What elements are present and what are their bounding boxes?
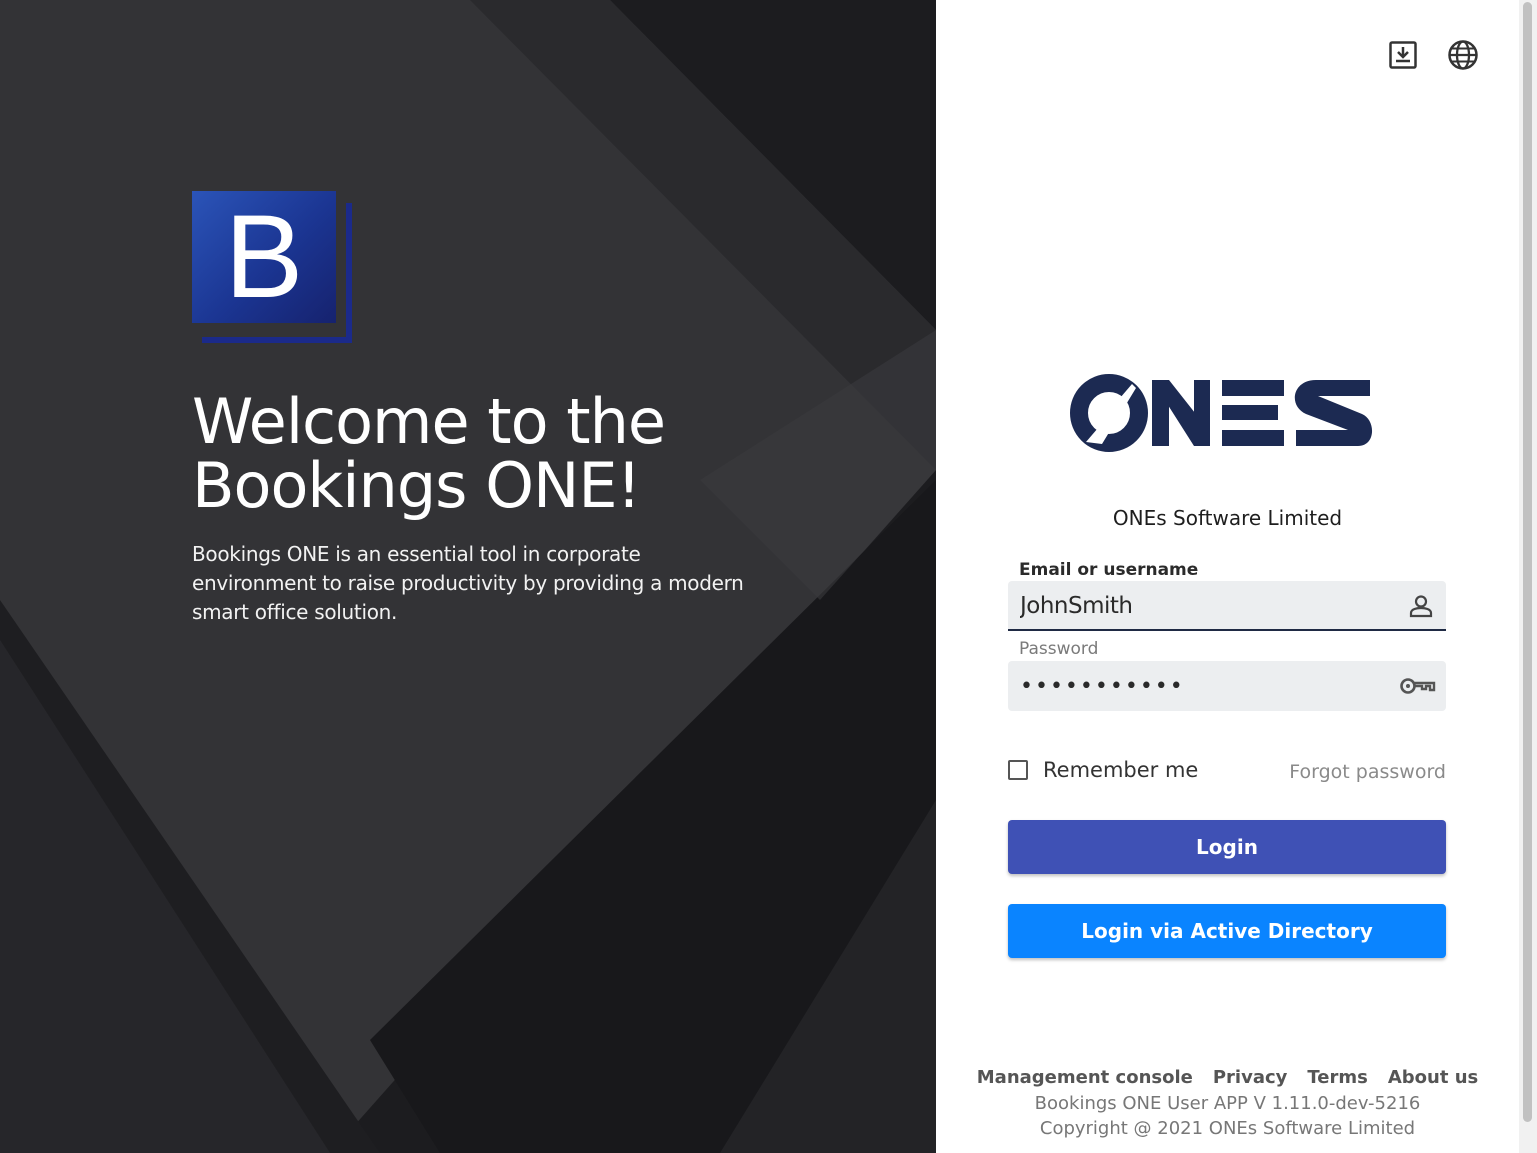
login-panel: ONEs Software Limited Email or username …: [936, 0, 1519, 1153]
footer-links: Management console Privacy Terms About us: [936, 1067, 1519, 1088]
ones-logo-graphic: [1070, 374, 1373, 452]
globe-icon[interactable]: [1446, 38, 1480, 72]
email-field[interactable]: [1018, 581, 1392, 631]
password-field-container: [1008, 661, 1446, 711]
welcome-heading: Welcome to the Bookings ONE!: [192, 390, 832, 518]
user-icon: [1406, 591, 1436, 621]
remember-me-label: Remember me: [1043, 758, 1199, 782]
about-us-link[interactable]: About us: [1388, 1067, 1478, 1088]
welcome-line-2: Bookings ONE!: [192, 449, 641, 522]
privacy-link[interactable]: Privacy: [1213, 1067, 1288, 1088]
remember-me-checkbox[interactable]: Remember me: [1008, 758, 1198, 782]
welcome-line-1: Welcome to the: [192, 385, 666, 458]
company-name: ONEs Software Limited: [1112, 506, 1343, 530]
checkbox-box[interactable]: [1008, 760, 1028, 780]
scrollbar-thumb[interactable]: [1523, 2, 1532, 1122]
forgot-password-link[interactable]: Forgot password: [1289, 761, 1446, 783]
password-field[interactable]: [1018, 661, 1392, 711]
terms-link[interactable]: Terms: [1307, 1067, 1367, 1088]
key-icon[interactable]: [1398, 671, 1438, 701]
password-label: Password: [1019, 639, 1099, 659]
hero-panel: B Welcome to the Bookings ONE! Bookings O…: [0, 0, 936, 1153]
management-console-link[interactable]: Management console: [977, 1067, 1193, 1088]
version-text: Bookings ONE User APP V 1.11.0-dev-5216: [1034, 1093, 1421, 1114]
logo-letter: B: [192, 191, 336, 323]
email-field-container: [1008, 581, 1446, 631]
download-icon[interactable]: [1386, 38, 1420, 72]
ad-login-button[interactable]: Login via Active Directory: [1008, 904, 1446, 958]
scrollbar[interactable]: [1519, 0, 1537, 1153]
bookings-logo: B: [192, 191, 354, 343]
copyright-text: Copyright @ 2021 ONEs Software Limited: [1039, 1118, 1416, 1139]
hero-description: Bookings ONE is an essential tool in cor…: [192, 542, 744, 624]
login-button[interactable]: Login: [1008, 820, 1446, 874]
ones-logo: [1070, 372, 1376, 459]
email-label: Email or username: [1019, 560, 1199, 580]
